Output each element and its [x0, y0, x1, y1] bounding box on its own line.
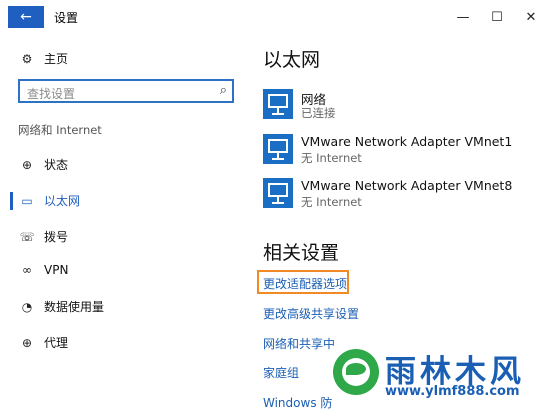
- watermark-logo-icon: [333, 349, 379, 395]
- dialup-icon: ☏: [19, 229, 35, 244]
- network-sharing-center-link[interactable]: 网络和共享中: [263, 335, 335, 352]
- back-arrow-icon: ←: [20, 9, 32, 25]
- adapter-status: 无 Internet: [301, 151, 362, 165]
- close-button[interactable]: ✕: [516, 6, 546, 28]
- sidebar-item-label: 数据使用量: [44, 300, 105, 314]
- page-title: 以太网: [263, 49, 321, 71]
- maximize-button[interactable]: ☐: [482, 6, 512, 28]
- sidebar-item-dialup[interactable]: ☏ 拨号: [18, 228, 68, 245]
- sidebar-item-label: 拨号: [44, 230, 69, 244]
- sidebar-item-label: 以太网: [44, 194, 81, 208]
- monitor-network-icon[interactable]: [263, 134, 293, 164]
- search-icon: ⌕: [219, 83, 227, 98]
- window-title: 设置: [54, 11, 79, 25]
- sidebar-section-title: 网络和 Internet: [18, 123, 102, 137]
- windows-firewall-link[interactable]: Windows 防: [263, 394, 332, 411]
- related-settings-heading: 相关设置: [263, 242, 340, 264]
- sidebar-item-label: 主页: [44, 52, 69, 66]
- sidebar-item-vpn[interactable]: ∞ VPN: [18, 263, 68, 277]
- sidebar-item-data-usage[interactable]: ◔ 数据使用量: [18, 298, 104, 315]
- sidebar-item-ethernet[interactable]: ▭ 以太网: [18, 192, 80, 209]
- globe-icon: ⊕: [21, 335, 33, 350]
- adapter-status: 已连接: [301, 106, 336, 120]
- active-indicator: [10, 192, 13, 210]
- data-usage-icon: ◔: [21, 299, 33, 314]
- homegroup-link[interactable]: 家庭组: [263, 364, 299, 381]
- minimize-icon: —: [456, 9, 470, 25]
- back-button[interactable]: ←: [8, 6, 44, 28]
- settings-window: ← 设置 — ☐ ✕ ⚙ 主页 查找设置 ⌕ 网络和 Internet ⊕ 状态…: [0, 0, 550, 418]
- close-icon: ✕: [525, 9, 537, 25]
- search-input[interactable]: 查找设置 ⌕: [18, 79, 234, 103]
- advanced-sharing-link[interactable]: 更改高级共享设置: [263, 305, 359, 322]
- sidebar-item-label: 状态: [44, 158, 69, 172]
- watermark-url: www.ylmf888.com: [385, 384, 520, 399]
- sidebar-item-label: VPN: [44, 263, 69, 277]
- sidebar-item-home[interactable]: ⚙ 主页: [18, 50, 68, 67]
- status-icon: ⊕: [21, 157, 33, 172]
- sidebar-item-label: 代理: [44, 336, 69, 350]
- adapter-status: 无 Internet: [301, 195, 362, 209]
- monitor-network-icon[interactable]: [263, 89, 293, 119]
- adapter-name[interactable]: VMware Network Adapter VMnet8: [301, 178, 512, 193]
- change-adapter-options-link[interactable]: 更改适配器选项: [263, 275, 347, 292]
- vpn-icon: ∞: [22, 263, 32, 277]
- sidebar-item-proxy[interactable]: ⊕ 代理: [18, 334, 68, 351]
- minimize-button[interactable]: —: [448, 6, 478, 28]
- gear-icon: ⚙: [21, 51, 33, 66]
- search-placeholder: 查找设置: [27, 87, 76, 101]
- maximize-icon: ☐: [491, 9, 503, 25]
- title-bar: ← 设置 — ☐ ✕: [0, 0, 550, 34]
- monitor-network-icon[interactable]: [263, 178, 293, 208]
- ethernet-icon: ▭: [21, 193, 33, 208]
- adapter-name[interactable]: VMware Network Adapter VMnet1: [301, 134, 512, 149]
- sidebar-item-status[interactable]: ⊕ 状态: [18, 156, 68, 173]
